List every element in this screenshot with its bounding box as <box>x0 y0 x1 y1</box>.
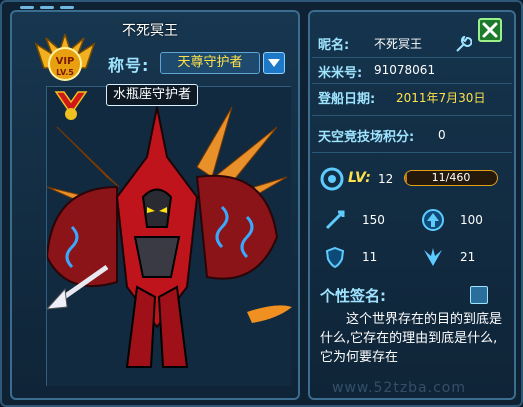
level-label: LV: <box>348 170 371 186</box>
panel-decoration <box>20 6 74 9</box>
stat-attack-value: 150 <box>362 213 385 227</box>
date-label: 登船日期: <box>318 92 376 107</box>
signature-label: 个性签名: <box>320 287 386 305</box>
date-value: 2011年7月30日 <box>396 91 486 105</box>
divider <box>312 57 512 58</box>
divider <box>312 115 512 116</box>
exp-text: 11/460 <box>431 171 471 184</box>
vip-badge-icon: VIP LV.5 <box>34 34 96 81</box>
nickname-label: 昵名: <box>318 38 350 53</box>
wings-icon <box>424 248 442 266</box>
arena-value: 0 <box>438 128 446 142</box>
watermark-text: www.52tzba.com <box>332 380 466 396</box>
divider <box>312 83 512 84</box>
level-ring-icon <box>320 167 344 191</box>
id-label: 米米号: <box>318 66 363 81</box>
nickname-value: 不死冥王 <box>374 37 423 51</box>
character-name: 不死冥王 <box>122 23 178 39</box>
mecha-character-icon <box>47 106 292 368</box>
title-dropdown-button[interactable] <box>263 52 285 74</box>
svg-text:VIP: VIP <box>56 56 75 67</box>
close-button[interactable] <box>478 18 502 42</box>
up-arrow-icon <box>422 209 444 231</box>
medal-icon <box>54 91 88 120</box>
stat-defense-value: 11 <box>362 250 378 264</box>
stat-speed-value: 100 <box>460 213 483 227</box>
stat-special-value: 21 <box>460 250 476 264</box>
edit-signature-icon[interactable] <box>470 286 488 304</box>
close-icon <box>482 22 498 38</box>
signature-text: 这个世界存在的目的到底是什么,它存在的理由到底是什么,它为何要存在 <box>320 312 503 365</box>
exp-bar: 11/460 <box>404 170 498 186</box>
level-value: 12 <box>378 172 394 186</box>
svg-text:LV.5: LV.5 <box>56 68 74 77</box>
title-label: 称号: <box>108 56 150 75</box>
profile-window: 不死冥王 VIP LV.5 称号: 天尊守护者 水瓶座守护者 昵名: 不死冥王 … <box>0 0 523 407</box>
title-tooltip: 水瓶座守护者 <box>106 84 199 106</box>
defense-icon <box>325 246 345 268</box>
attack-icon <box>325 210 345 230</box>
divider <box>312 152 512 153</box>
id-value: 91078061 <box>374 63 436 77</box>
chevron-down-icon <box>268 59 280 67</box>
character-display <box>46 86 292 386</box>
title-select[interactable]: 天尊守护者 <box>160 52 260 74</box>
arena-label: 天空竞技场积分: <box>318 130 415 145</box>
wrench-icon[interactable] <box>454 36 472 54</box>
